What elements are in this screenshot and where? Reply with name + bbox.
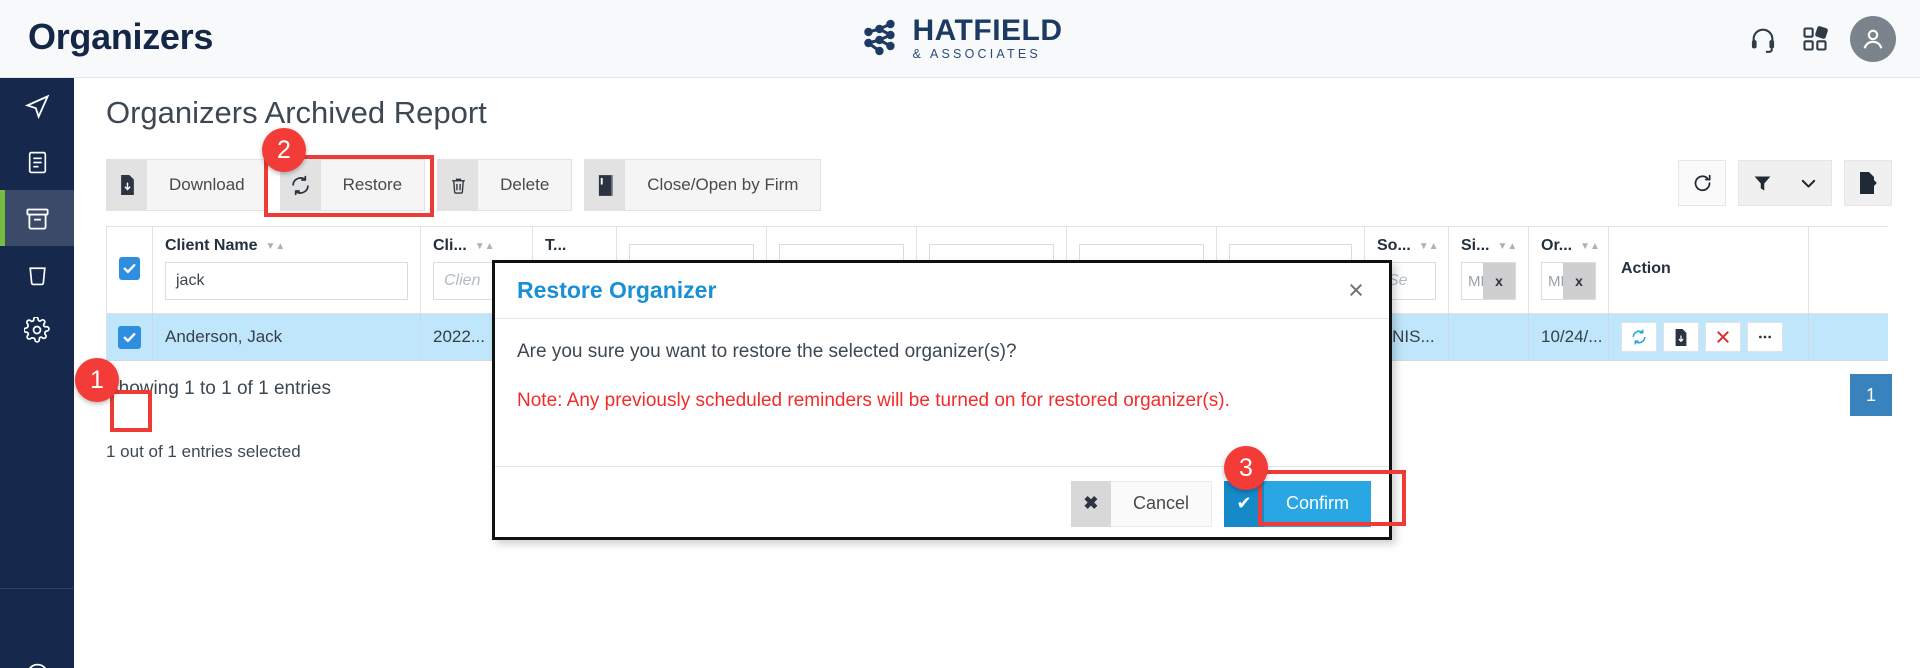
column-label: Cli... — [433, 237, 467, 255]
filter-date-sign-date[interactable]: MM x — [1461, 262, 1516, 300]
sort-icon[interactable]: ▼▲ — [265, 241, 285, 252]
filter-date-organizer-date[interactable]: MM x — [1541, 262, 1596, 300]
app-root: Organizers HATFIELD & ASSOCIATES — [0, 0, 1920, 668]
file-export-icon[interactable] — [1845, 161, 1891, 205]
funnel-icon[interactable] — [1739, 161, 1785, 205]
brand-logo: HATFIELD & ASSOCIATES — [857, 16, 1062, 61]
refresh-cycle-icon — [281, 160, 321, 210]
column-label: Action — [1621, 260, 1671, 278]
refresh-button[interactable] — [1679, 161, 1725, 205]
dialog-note: Note: Any previously scheduled reminders… — [517, 390, 1367, 412]
column-header-action: Action — [1609, 227, 1809, 313]
page-app-title: Organizers — [28, 16, 213, 58]
brand-subtitle: & ASSOCIATES — [912, 48, 1062, 61]
apps-grid-icon[interactable] — [1798, 22, 1832, 56]
delete-button-label: Delete — [478, 160, 571, 210]
pagination: 1 — [1850, 374, 1892, 416]
top-bar: Organizers HATFIELD & ASSOCIATES — [0, 0, 1920, 78]
download-button[interactable]: Download — [106, 159, 268, 211]
close-open-by-firm-button-label: Close/Open by Firm — [625, 160, 820, 210]
filter-input-client-name[interactable]: jack — [165, 262, 408, 300]
cancel-button[interactable]: ✖ Cancel — [1071, 481, 1212, 527]
sort-icon[interactable]: ▼▲ — [475, 241, 495, 252]
filter-date-sign-input[interactable]: MM — [1462, 263, 1483, 299]
confirm-button-label: Confirm — [1264, 481, 1371, 527]
sidebar-item-documents[interactable] — [0, 134, 74, 190]
row-checkbox[interactable] — [118, 326, 141, 349]
row-more-button[interactable] — [1747, 322, 1783, 352]
download-button-label: Download — [147, 160, 267, 210]
sort-icon[interactable]: ▼▲ — [1497, 241, 1517, 252]
showing-entries-text: Showing 1 to 1 of 1 entries — [106, 378, 331, 400]
restore-organizer-dialog: Restore Organizer × Are you sure you wan… — [492, 260, 1392, 540]
restore-button[interactable]: Restore — [280, 159, 426, 211]
row-restore-button[interactable] — [1621, 322, 1657, 352]
column-label: Or... — [1541, 237, 1572, 255]
export-tool-group — [1844, 160, 1892, 206]
chevron-down-icon[interactable] — [1785, 161, 1831, 205]
brand-name: HATFIELD — [912, 16, 1062, 46]
page-button-1[interactable]: 1 — [1850, 374, 1892, 416]
sidebar-divider — [0, 588, 74, 589]
close-icon[interactable]: × — [1341, 275, 1371, 305]
help-icon[interactable] — [0, 654, 74, 668]
sidebar-item-trash[interactable] — [0, 246, 74, 302]
dialog-body: Are you sure you want to restore the sel… — [495, 319, 1389, 466]
cell-sign-date — [1449, 314, 1529, 360]
close-open-by-firm-button[interactable]: Close/Open by Firm — [584, 159, 821, 211]
confirm-button[interactable]: ✔ Confirm — [1224, 481, 1371, 527]
selected-entries-text: 1 out of 1 entries selected — [106, 442, 301, 462]
sidebar-item-settings[interactable] — [0, 302, 74, 358]
dialog-title: Restore Organizer — [517, 277, 716, 304]
row-action-buttons — [1621, 322, 1783, 352]
filter-date-organizer-input[interactable]: MM — [1542, 263, 1563, 299]
user-avatar-icon[interactable] — [1850, 16, 1896, 62]
column-label: Client Name — [165, 237, 257, 255]
clear-sign-date-icon[interactable]: x — [1483, 263, 1515, 299]
file-download-icon — [107, 160, 147, 210]
sidebar-item-send[interactable] — [0, 78, 74, 134]
sort-icon[interactable]: ▼▲ — [1580, 241, 1600, 252]
column-header-client-name[interactable]: Client Name ▼▲ jack — [153, 227, 421, 313]
dialog-footer: ✖ Cancel ✔ Confirm — [495, 466, 1389, 540]
check-mark-icon: ✔ — [1224, 481, 1264, 527]
restore-button-label: Restore — [321, 160, 425, 210]
sidebar: » — [0, 78, 74, 668]
delete-button[interactable]: Delete — [437, 159, 572, 211]
action-toolbar: Download Restore — [106, 159, 821, 211]
headset-icon[interactable] — [1746, 22, 1780, 56]
cancel-button-label: Cancel — [1111, 481, 1212, 527]
select-all-cell — [107, 227, 153, 313]
column-header-sign-date[interactable]: Si... ▼▲ MM x — [1449, 227, 1529, 313]
dialog-question: Are you sure you want to restore the sel… — [517, 341, 1367, 363]
row-download-button[interactable] — [1663, 322, 1699, 352]
hatfield-logo-mark — [857, 18, 901, 58]
dialog-header: Restore Organizer × — [495, 263, 1389, 319]
book-icon — [585, 160, 625, 210]
top-bar-actions — [1746, 0, 1896, 78]
trash-icon — [438, 160, 478, 210]
column-label: T... — [545, 237, 566, 255]
filter-tool-group — [1738, 160, 1832, 206]
row-delete-button[interactable] — [1705, 322, 1741, 352]
column-label: Si... — [1461, 237, 1489, 255]
cell-organizer-date: 10/24/... — [1529, 314, 1609, 360]
x-mark-icon: ✖ — [1071, 481, 1111, 527]
page-title: Organizers Archived Report — [106, 95, 487, 131]
sidebar-item-archive[interactable] — [0, 190, 74, 246]
refresh-tool-group — [1678, 160, 1726, 206]
cell-actions — [1609, 314, 1809, 360]
column-label: So... — [1377, 237, 1411, 255]
row-select-cell — [107, 314, 153, 360]
table-tools — [1678, 160, 1892, 206]
sort-icon[interactable]: ▼▲ — [1419, 241, 1439, 252]
select-all-checkbox[interactable] — [119, 257, 140, 280]
cell-client-name: Anderson, Jack — [153, 314, 421, 360]
clear-organizer-date-icon[interactable]: x — [1563, 263, 1595, 299]
column-header-organizer-date[interactable]: Or... ▼▲ MM x — [1529, 227, 1609, 313]
